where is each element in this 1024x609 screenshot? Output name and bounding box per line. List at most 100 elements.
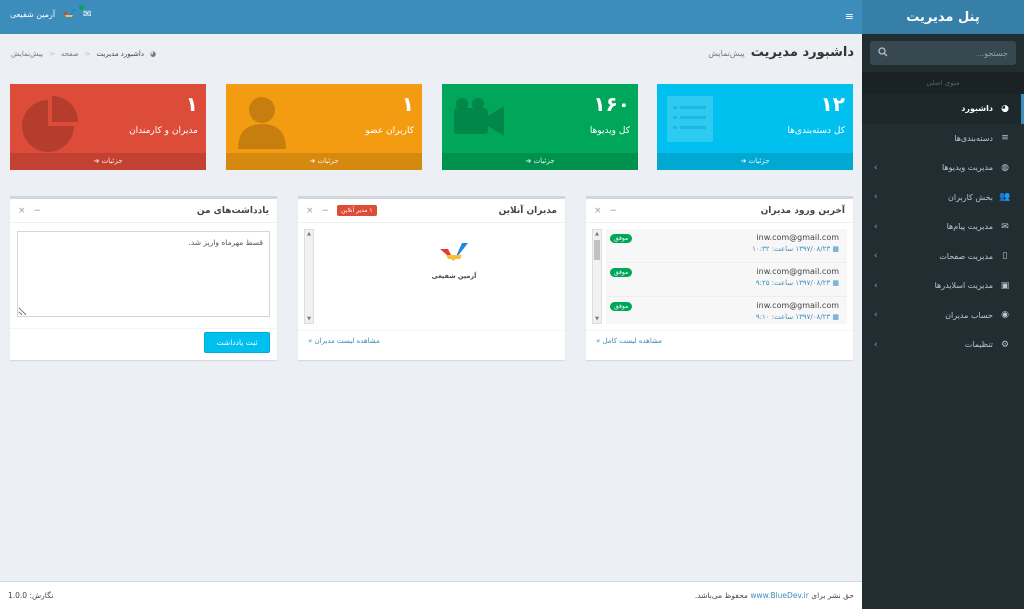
stat-label: کل دسته‌بندی‌ها <box>787 126 845 136</box>
copyright-text: حق نشر برای www.BlueDev.ir محفوظ می‌باشد… <box>694 591 854 600</box>
sidebar-toggle-icon[interactable]: ≡ <box>845 10 854 23</box>
view-admins-list-link[interactable]: مشاهده لیست مدیران » <box>298 330 565 351</box>
search-input[interactable] <box>898 48 1008 58</box>
notes-box: × − یادداشت‌های من ثبت یادداشت <box>10 196 277 360</box>
sidebar-item-8[interactable]: ‹ ⚙ تنظیمات <box>862 330 1024 360</box>
arrow-circle-icon: ➜ <box>740 157 747 165</box>
stat-number: ۱ <box>401 92 414 116</box>
sidebar-item-label: مدیریت پیام‌ها <box>946 222 993 232</box>
chevron-left-icon: ‹ <box>874 162 878 173</box>
login-date: ▦ ۱۳۹۷/۰۸/۲۳ ساعت: ۹:۲۵ <box>755 279 839 287</box>
minimize-icon[interactable]: − <box>610 206 618 216</box>
sidebar-item-3[interactable]: ‹ 👥 بخش کاربران <box>862 183 1024 213</box>
close-icon[interactable]: × <box>306 206 314 216</box>
stat-box-admins: ۱ مدیران و کارمندان جزئیات ➜ <box>10 84 206 170</box>
top-navbar: آرمین شفیعی ✉ ≡ <box>0 0 862 34</box>
sidebar-item-7[interactable]: ‹ ◉ حساب مدیران <box>862 301 1024 331</box>
calendar-icon: ▦ <box>832 313 839 321</box>
stat-details-link[interactable]: جزئیات ➜ <box>442 153 638 170</box>
login-date: ▦ ۱۳۹۷/۰۸/۲۳ ساعت: ۹:۱۰ <box>755 313 839 321</box>
box-title: آخرین ورود مدیران <box>760 205 845 216</box>
login-email: inw.com@gmail.com <box>756 267 839 276</box>
chevron-left-icon: ‹ <box>874 280 878 291</box>
status-badge: موفق <box>610 302 633 311</box>
sidebar-item-label: داشبورد <box>961 104 993 114</box>
page-heading: داشبورد مدیریت <box>750 45 854 60</box>
version-text: نگارش: 1.0.0 <box>8 591 54 600</box>
page-footer: نگارش: 1.0.0 حق نشر برای www.BlueDev.ir … <box>0 581 862 609</box>
login-email: inw.com@gmail.com <box>756 233 839 242</box>
file-icon: ▯ <box>1002 251 1008 262</box>
scrollbar[interactable]: ▲ ▼ <box>592 229 602 324</box>
video-camera-icon <box>454 98 504 136</box>
page-subtitle: پیش‌نمایش <box>708 49 745 58</box>
user-menu[interactable]: آرمین شفیعی ✉ <box>10 4 106 20</box>
messages-envelope-icon[interactable]: ✉ <box>79 4 92 20</box>
arrow-circle-icon: ➜ <box>525 157 532 165</box>
image-icon: ▣ <box>1000 280 1010 291</box>
sidebar-item-1[interactable]: ≡ دسته‌بندی‌ها <box>862 124 1024 154</box>
login-item: موفق inw.com@gmail.com ▦ ۱۳۹۷/۰۸/۲۳ ساعت: … <box>606 297 847 324</box>
stat-box-categories: ۱۲ کل دسته‌بندی‌ها جزئیات ➜ <box>657 84 853 170</box>
login-date: ▦ ۱۳۹۷/۰۸/۲۳ ساعت: ۱۰:۳۲ <box>752 245 839 253</box>
brand-title[interactable]: پنل مدیریت <box>862 0 1024 34</box>
sidebar-item-0[interactable]: ◕ داشبورد <box>862 94 1024 124</box>
video-icon: ◍ <box>1001 162 1009 173</box>
status-badge: موفق <box>610 268 633 277</box>
sidebar-item-6[interactable]: ‹ ▣ مدیریت اسلایدرها <box>862 271 1024 301</box>
notification-dot <box>79 4 85 10</box>
username[interactable]: آرمین شفیعی <box>10 10 55 19</box>
stat-number: ۱۶۰ <box>593 92 630 116</box>
sidebar-item-label: مدیریت ویدیوها <box>941 163 993 173</box>
calendar-icon: ▦ <box>832 245 839 253</box>
sidebar-item-label: تنظیمات <box>964 340 993 350</box>
save-note-button[interactable]: ثبت یادداشت <box>204 332 270 353</box>
user-circle-icon: ◉ <box>1001 310 1009 321</box>
online-admins-list: ▲ ▼ آرمین شفیعی <box>304 229 559 324</box>
chevron-left-icon: ‹ <box>874 192 878 203</box>
minimize-icon[interactable]: − <box>322 206 330 216</box>
sidebar-item-2[interactable]: ‹ ◍ مدیریت ویدیوها <box>862 153 1024 183</box>
note-textarea[interactable] <box>17 231 270 317</box>
sidebar-item-4[interactable]: ‹ ✉ مدیریت پیام‌ها <box>862 212 1024 242</box>
login-email: inw.com@gmail.com <box>756 301 839 310</box>
sidebar-item-label: بخش کاربران <box>948 192 993 202</box>
login-item: موفق inw.com@gmail.com ▦ ۱۳۹۷/۰۸/۲۳ ساعت: … <box>606 229 847 263</box>
sidebar-menu: ◕ داشبورد ≡ دسته‌بندی‌ها ‹ ◍ مدیریت ویدیوها ‹ 👥 ب… <box>862 94 1024 360</box>
status-badge: موفق <box>610 234 633 243</box>
breadcrumb-item-page[interactable]: صفحه <box>61 50 79 58</box>
scrollbar[interactable]: ▲ ▼ <box>304 229 314 324</box>
sidebar-item-label: دسته‌بندی‌ها <box>954 133 993 143</box>
chevron-left-icon: ‹ <box>874 221 878 232</box>
stat-details-link[interactable]: جزئیات ➜ <box>657 153 853 170</box>
user-logo-icon <box>62 9 77 18</box>
stat-details-link[interactable]: جزئیات ➜ <box>226 153 422 170</box>
copyright-link[interactable]: www.BlueDev.ir <box>750 591 809 600</box>
chevron-left-icon: ‹ <box>874 339 878 350</box>
breadcrumb-item-dashboard[interactable]: داشبورد مدیریت <box>97 50 144 58</box>
users-icon: 👥 <box>999 192 1011 203</box>
list-alt-icon <box>667 96 713 142</box>
admin-avatar-icon <box>440 243 468 261</box>
close-icon[interactable]: × <box>18 206 26 216</box>
stat-label: مدیران و کارمندان <box>129 126 198 136</box>
breadcrumb: ◕ داشبورد مدیریت < صفحه < پیش‌نمایش <box>11 50 157 58</box>
stat-label: کاربران عضو <box>365 126 414 136</box>
home-icon[interactable]: ◕ <box>150 50 156 58</box>
sidebar-item-label: حساب مدیران <box>945 310 993 320</box>
online-admin-item[interactable]: آرمین شفیعی <box>424 241 484 280</box>
recent-logins-box: × − آخرین ورود مدیران ▲ ▼ موفق inw.com@gm… <box>586 196 853 360</box>
stat-box-videos: ۱۶۰ کل ویدیوها جزئیات ➜ <box>442 84 638 170</box>
admin-name: آرمین شفیعی <box>431 272 477 280</box>
sidebar-item-5[interactable]: ‹ ▯ مدیریت صفحات <box>862 242 1024 272</box>
page-title: داشبورد مدیریت پیش‌نمایش <box>708 45 854 60</box>
breadcrumb-item-current: پیش‌نمایش <box>11 50 43 58</box>
close-icon[interactable]: × <box>594 206 602 216</box>
minimize-icon[interactable]: − <box>34 206 42 216</box>
stat-number: ۱ <box>185 92 198 116</box>
view-full-list-link[interactable]: مشاهده لیست کامل » <box>586 330 853 351</box>
calendar-icon: ▦ <box>832 279 839 287</box>
box-title: یادداشت‌های من <box>196 205 269 216</box>
search-icon[interactable] <box>878 46 888 60</box>
dashboard-icon: ◕ <box>1001 103 1009 114</box>
